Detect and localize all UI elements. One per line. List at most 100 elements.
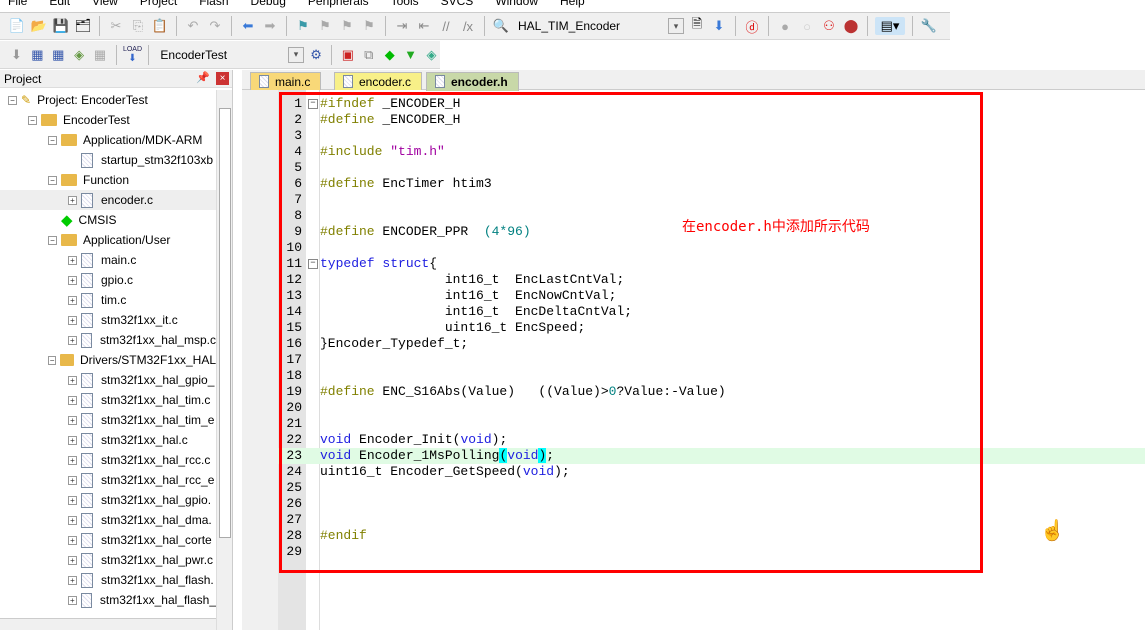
bookmark-icon[interactable]: ⚑ [294,17,312,35]
code-line[interactable]: 20 [278,400,1145,416]
collapse-icon[interactable]: − [28,115,37,125]
collapse-icon[interactable]: − [48,135,57,145]
indent-icon[interactable]: ⇥ [393,17,411,35]
expand-icon[interactable]: + [68,315,77,325]
expand-icon[interactable]: + [68,575,77,585]
chevron-down-icon[interactable]: ▾ [288,46,304,63]
tree-item[interactable]: − EncoderTest [0,110,216,130]
code-line[interactable]: 26 [278,496,1145,512]
expand-icon[interactable]: + [68,515,77,525]
code-line[interactable]: 3 [278,128,1145,144]
unindent-icon[interactable]: ⇤ [415,17,433,35]
window-layout-icon[interactable]: ▤▾ [875,17,905,35]
expand-icon[interactable]: + [68,335,77,345]
debug-icon[interactable]: ⓓ [743,17,761,35]
code-line[interactable]: 6 #define EncTimer htim3 [278,176,1145,192]
expand-icon[interactable]: + [68,495,77,505]
code-line[interactable]: 27 [278,512,1145,528]
disable-breakpoint-icon[interactable]: ○ [798,17,816,35]
tree-item[interactable]: + main.c [0,250,216,270]
code-line[interactable]: 29 [278,544,1145,560]
tree-item[interactable]: + stm32f1xx_hal_rcc.c [0,450,216,470]
tree-item[interactable]: − ✎ Project: EncoderTest [0,90,216,110]
open-file-icon[interactable]: 📂 [30,17,48,35]
tree-item[interactable]: + stm32f1xx_hal.c [0,430,216,450]
save-all-icon[interactable]: 🗂 [74,17,92,35]
tab-encoder-c[interactable]: encoder.c [334,72,423,91]
code-line[interactable]: 7 [278,192,1145,208]
tree-item[interactable]: + stm32f1xx_hal_msp.c [0,330,216,350]
menu-tools[interactable]: Tools [391,0,419,8]
expand-icon[interactable]: + [68,255,77,265]
redo-icon[interactable]: ↷ [206,17,224,35]
menu-svcs[interactable]: SVCS [441,0,474,8]
menu-window[interactable]: Window [495,0,538,8]
project-target-combo[interactable]: EncoderTest [156,45,284,65]
code-line[interactable]: 22 void Encoder_Init(void); [278,432,1145,448]
tree-item[interactable]: + stm32f1xx_hal_pwr.c [0,550,216,570]
code-line[interactable]: 17 [278,352,1145,368]
pin-icon[interactable]: 📌 [196,71,210,84]
kill-breakpoints-icon[interactable]: ⬤ [842,17,860,35]
fold-toggle-icon[interactable]: − [308,259,318,269]
code-line[interactable]: 25 [278,480,1145,496]
batch-build-icon[interactable]: ◈ [71,46,88,64]
back-icon[interactable]: ⬅ [239,17,257,35]
close-icon[interactable]: × [216,72,229,85]
tree-item[interactable]: + stm32f1xx_hal_gpio. [0,490,216,510]
next-bookmark-icon[interactable]: ⚑ [338,17,356,35]
select-packs-icon[interactable]: ▼ [402,46,419,64]
code-line[interactable]: 13 int16_t EncNowCntVal; [278,288,1145,304]
wrench-icon[interactable]: 🔧 [920,17,938,35]
expand-icon[interactable]: + [68,535,77,545]
menu-view[interactable]: View [92,0,118,8]
build-icon[interactable]: ▦ [29,46,46,64]
code-line[interactable]: 21 [278,416,1145,432]
tree-item[interactable]: startup_stm32f103xb [0,150,216,170]
chevron-down-icon[interactable]: ▾ [668,18,684,34]
tree-item[interactable]: + stm32f1xx_hal_gpio_ [0,370,216,390]
collapse-icon[interactable]: − [8,95,17,105]
menu-project[interactable]: Project [140,0,177,8]
tree-item[interactable]: + stm32f1xx_hal_flash. [0,570,216,590]
menu-debug[interactable]: Debug [251,0,286,8]
paste-icon[interactable]: 📋 [151,17,169,35]
load-icon[interactable]: LOAD ⬇ [123,46,142,64]
menu-flash[interactable]: Flash [199,0,228,8]
fold-toggle-icon[interactable]: − [308,99,318,109]
find-icon[interactable]: 🗎 [688,16,706,35]
menu-help[interactable]: Help [560,0,585,8]
code-line[interactable]: 24 uint16_t Encoder_GetSpeed(void); [278,464,1145,480]
code-line[interactable]: 4 #include "tim.h" [278,144,1145,160]
collapse-icon[interactable]: − [48,355,57,365]
forward-icon[interactable]: ➡ [261,17,279,35]
uncomment-icon[interactable]: /x [459,17,477,35]
code-line[interactable]: 19 #define ENC_S16Abs(Value) ((Value)>0?V… [278,384,1145,400]
tree-item[interactable]: + stm32f1xx_hal_tim_e [0,410,216,430]
code-line[interactable]: 23 void Encoder_1MsPolling(void); [278,448,1145,464]
collapse-icon[interactable]: − [48,235,57,245]
code-line[interactable]: 18 [278,368,1145,384]
breakpoint-icon[interactable]: ● [776,17,794,35]
code-line[interactable]: 16}Encoder_Typedef_t; [278,336,1145,352]
tree-item[interactable]: − Application/MDK-ARM [0,130,216,150]
code-line[interactable]: 12 int16_t EncLastCntVal; [278,272,1145,288]
stop-build-icon[interactable]: ▦ [92,46,109,64]
multi-project-icon[interactable]: ⧉ [360,46,377,64]
expand-icon[interactable]: + [68,475,77,485]
code-line[interactable]: 14 int16_t EncDeltaCntVal; [278,304,1145,320]
tab-encoder-h[interactable]: encoder.h [426,72,519,91]
tree-item[interactable]: + stm32f1xx_it.c [0,310,216,330]
expand-icon[interactable]: + [68,395,77,405]
target-combo[interactable]: HAL_TIM_Encoder [514,16,664,36]
translate-icon[interactable]: ⬇ [8,46,25,64]
tree-item[interactable]: − Application/User [0,230,216,250]
expand-icon[interactable]: + [68,435,77,445]
menu-file[interactable]: File [8,0,27,8]
expand-icon[interactable]: + [68,455,77,465]
vertical-scrollbar[interactable] [216,90,232,630]
tree-item[interactable]: − Function [0,170,216,190]
code-line[interactable]: 28 #endif [278,528,1145,544]
menu-peripherals[interactable]: Peripherals [308,0,369,8]
menu-edit[interactable]: Edit [49,0,70,8]
